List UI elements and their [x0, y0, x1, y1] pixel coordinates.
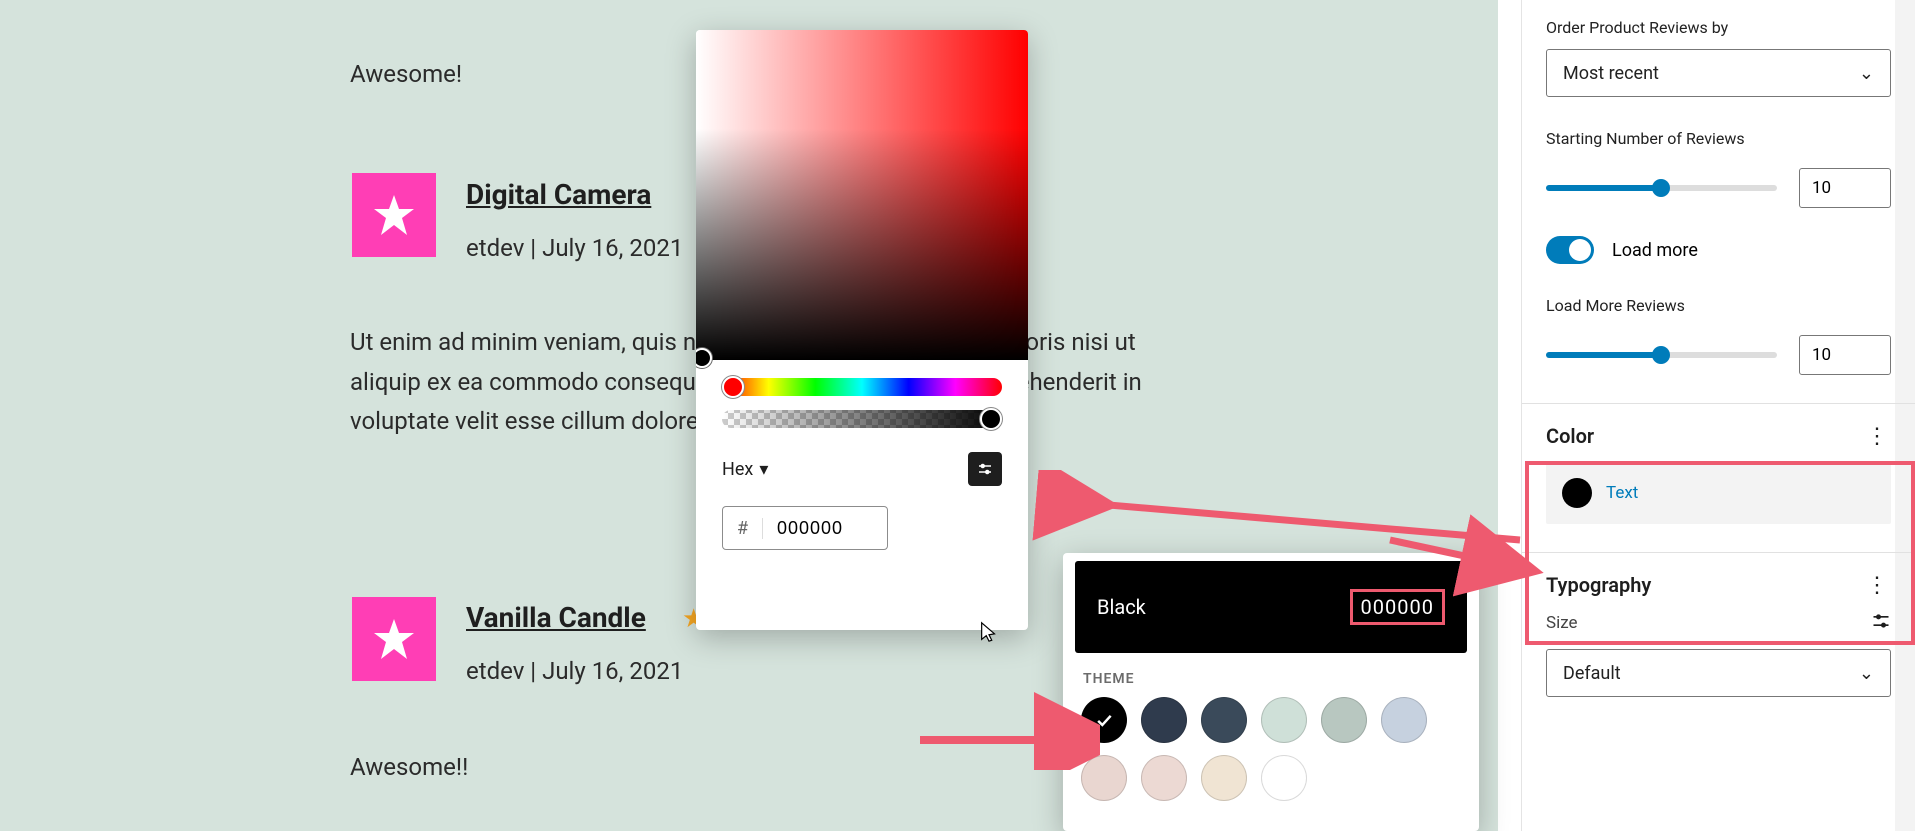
text-color-label: Text [1606, 483, 1638, 503]
review-meta: etdev | July 16, 2021 [466, 657, 683, 685]
swatch-lightblue[interactable] [1381, 697, 1427, 743]
color-format-select[interactable]: Hex ▾ [722, 459, 768, 480]
size-select[interactable]: Default ⌄ [1546, 649, 1891, 697]
review-text: Awesome!! [350, 748, 468, 788]
divider: | [530, 234, 542, 262]
settings-sidebar: Order Product Reviews by Most recent ⌄ S… [1521, 0, 1915, 831]
sliders-icon[interactable] [1871, 611, 1891, 635]
color-panel-header[interactable]: Color ⋮ [1546, 404, 1891, 462]
starting-number-label: Starting Number of Reviews [1546, 129, 1891, 148]
load-more-toggle[interactable] [1546, 236, 1594, 264]
hex-input[interactable] [763, 518, 873, 539]
load-more-input[interactable]: 10 [1799, 335, 1891, 375]
starting-number-slider[interactable] [1546, 185, 1777, 191]
color-heading: Color [1546, 424, 1594, 448]
chevron-down-icon: ⌄ [1859, 663, 1874, 684]
order-by-value: Most recent [1563, 63, 1659, 84]
product-link[interactable]: Digital Camera [466, 178, 651, 211]
swatch-hex: 000000 [1350, 589, 1445, 625]
avatar [352, 173, 436, 257]
mouse-cursor-icon [978, 621, 1000, 643]
swatch-blush[interactable] [1081, 755, 1127, 801]
color-format-label: Hex [722, 459, 753, 480]
load-more-slider[interactable] [1546, 352, 1777, 358]
chevron-down-icon: ▾ [759, 459, 768, 480]
color-gradient-area[interactable] [696, 30, 1028, 360]
divider: | [530, 657, 542, 685]
text-color-row[interactable]: Text [1546, 462, 1891, 524]
typography-heading: Typography [1546, 573, 1651, 597]
swatch-navy[interactable] [1141, 697, 1187, 743]
load-more-reviews-label: Load More Reviews [1546, 296, 1891, 315]
author: etdev [466, 657, 524, 685]
swatch-slate[interactable] [1201, 697, 1247, 743]
hash-prefix: # [723, 518, 763, 539]
review-text: Awesome! [350, 55, 462, 95]
swatch-name: Black [1097, 595, 1146, 619]
alpha-thumb[interactable] [980, 408, 1002, 430]
slider-knob[interactable] [1652, 346, 1670, 364]
alpha-slider[interactable] [722, 410, 1002, 428]
swatch-white[interactable] [1261, 755, 1307, 801]
hue-slider[interactable] [722, 378, 1002, 396]
avatar [352, 597, 436, 681]
hex-input-group: # [722, 506, 888, 550]
load-more-label: Load more [1612, 240, 1698, 261]
size-label: Size [1546, 613, 1578, 633]
color-options-button[interactable]: ⋮ [1863, 422, 1891, 450]
swatch-black[interactable] [1081, 697, 1127, 743]
slider-knob[interactable] [1652, 179, 1670, 197]
swatch-mint[interactable] [1261, 697, 1307, 743]
product-link[interactable]: Vanilla Candle [466, 601, 646, 634]
color-detail-toggle[interactable] [968, 452, 1002, 486]
review-meta: etdev | July 16, 2021 [466, 234, 683, 262]
author: etdev [466, 234, 524, 262]
color-picker-popover: Hex ▾ # [696, 30, 1028, 630]
typography-options-button[interactable]: ⋮ [1863, 571, 1891, 599]
starting-number-input[interactable]: 10 [1799, 168, 1891, 208]
review-date: July 16, 2021 [542, 657, 683, 685]
text-color-swatch [1562, 478, 1592, 508]
size-value: Default [1563, 663, 1621, 684]
typography-panel-header[interactable]: Typography ⋮ [1546, 553, 1891, 611]
swatch-header: Black 000000 [1075, 561, 1467, 653]
order-by-label: Order Product Reviews by [1546, 18, 1891, 37]
swatch-row [1063, 697, 1479, 755]
swatch-rose[interactable] [1141, 755, 1187, 801]
swatch-cream[interactable] [1201, 755, 1247, 801]
hue-thumb[interactable] [722, 376, 744, 398]
review-date: July 16, 2021 [542, 234, 683, 262]
swatch-sage[interactable] [1321, 697, 1367, 743]
order-by-select[interactable]: Most recent ⌄ [1546, 49, 1891, 97]
swatch-row [1063, 755, 1479, 813]
color-swatches-popover: Black 000000 THEME [1063, 553, 1479, 831]
chevron-down-icon: ⌄ [1859, 63, 1874, 84]
theme-section-label: THEME [1063, 653, 1479, 697]
